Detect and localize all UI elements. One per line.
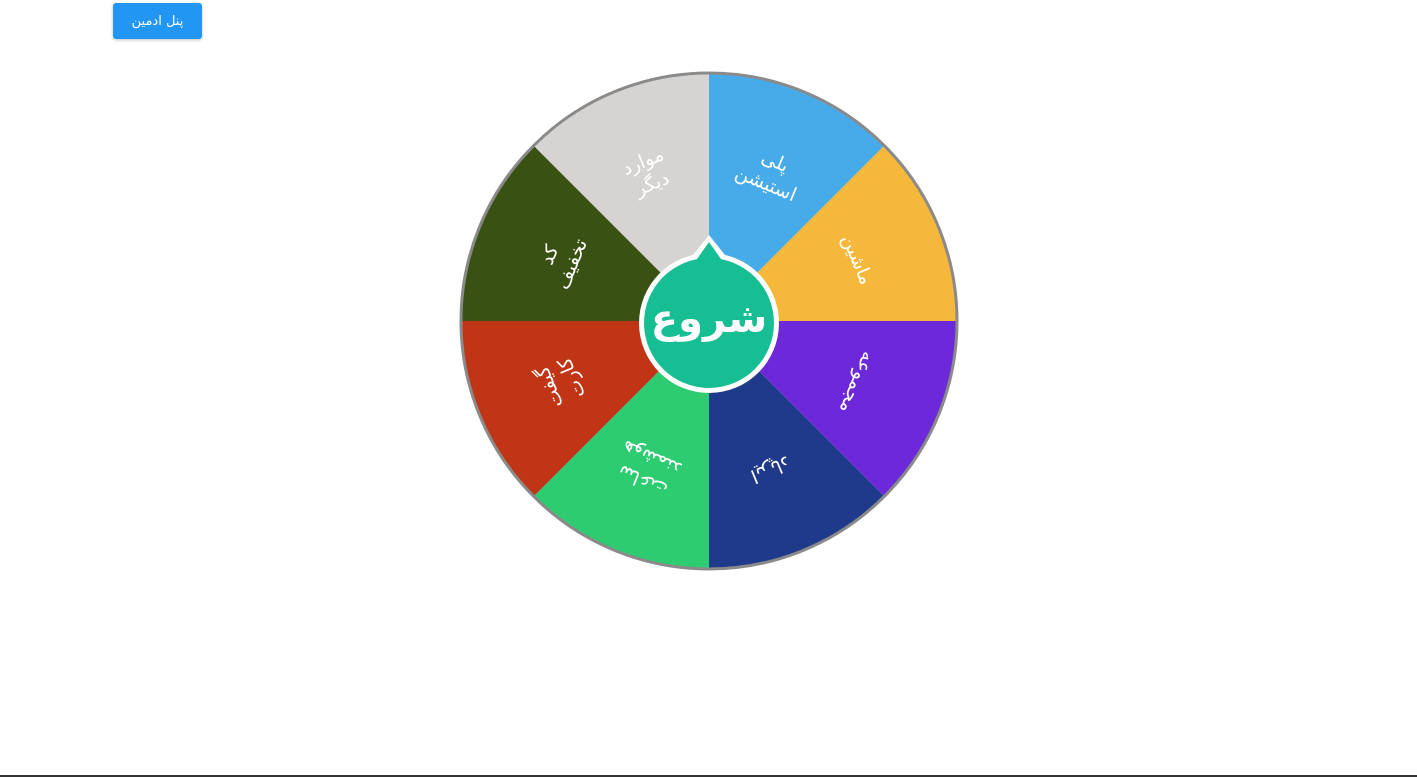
start-button[interactable]: شروع: [639, 235, 779, 393]
prize-wheel[interactable]: پلی استیشن ماشین مجموعه ایرپاد ساعت هوشمند گیفت…: [458, 70, 960, 572]
page: پنل ادمین پلی استیشن ماشین مجموعه ایرپاد ساعت…: [0, 0, 1417, 777]
start-label: شروع: [650, 296, 768, 342]
admin-panel-button[interactable]: پنل ادمین: [113, 3, 202, 39]
